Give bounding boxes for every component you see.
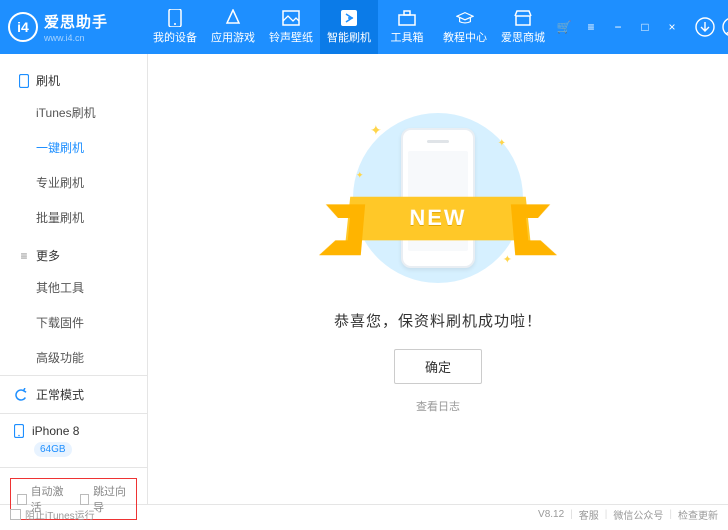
store-icon	[514, 9, 532, 27]
toolbox-icon	[398, 9, 416, 27]
device-name: iPhone 8	[32, 424, 79, 438]
tab-ringtones[interactable]: 铃声壁纸	[262, 0, 320, 54]
app-logo: i4 爱思助手 www.i4.cn	[8, 11, 146, 43]
wallpaper-icon	[282, 9, 300, 27]
sidebar-item-pro-flash[interactable]: 专业刷机	[18, 165, 129, 200]
tab-label: 工具箱	[391, 29, 424, 45]
sidebar-item-itunes-flash[interactable]: iTunes刷机	[18, 95, 129, 130]
phone-icon	[166, 9, 184, 27]
success-message: 恭喜您，保资料刷机成功啦！	[334, 310, 542, 331]
apps-icon	[224, 9, 242, 27]
tab-label: 教程中心	[443, 29, 487, 45]
confirm-button[interactable]: 确定	[394, 349, 482, 384]
tab-label: 智能刷机	[327, 29, 371, 45]
customer-service-link[interactable]: 客服	[579, 507, 599, 522]
download-icon[interactable]	[693, 15, 717, 39]
sidebar-item-advanced[interactable]: 高级功能	[18, 340, 129, 375]
main-tabs: 我的设备 应用游戏 铃声壁纸 智能刷机 工具箱 教程中心 爱思商城	[146, 0, 552, 54]
tab-toolbox[interactable]: 工具箱	[378, 0, 436, 54]
new-ribbon: NEW	[346, 197, 531, 241]
logo-icon: i4	[8, 12, 38, 42]
sidebar-heading-flash: 刷机	[18, 66, 129, 95]
tab-apps[interactable]: 应用游戏	[204, 0, 262, 54]
tab-label: 应用游戏	[211, 29, 255, 45]
checkbox-label: 阻止iTunes运行	[25, 507, 95, 522]
tab-label: 我的设备	[153, 29, 197, 45]
logo-subtitle: www.i4.cn	[44, 33, 108, 43]
check-update-link[interactable]: 检查更新	[678, 507, 718, 522]
version-label: V8.12	[538, 509, 564, 520]
tab-my-device[interactable]: 我的设备	[146, 0, 204, 54]
sidebar-status[interactable]: 正常模式	[0, 375, 147, 413]
main-content: ✦ ✦ ✦ ✦ NEW 恭喜您，保资料刷机成功啦！ 确定 查看日志	[148, 54, 728, 504]
refresh-icon	[14, 388, 28, 402]
user-icon[interactable]	[720, 15, 728, 39]
checkbox-label: 跳过向导	[93, 483, 130, 515]
phone-icon	[18, 75, 30, 87]
view-log-link[interactable]: 查看日志	[416, 398, 460, 414]
maximize-button[interactable]: □	[633, 15, 657, 39]
sidebar-device[interactable]: iPhone 8 64GB	[0, 413, 147, 467]
tab-flash[interactable]: 智能刷机	[320, 0, 378, 54]
close-button[interactable]: ×	[660, 15, 684, 39]
tab-store[interactable]: 爱思商城	[494, 0, 552, 54]
ribbon-text: NEW	[409, 205, 467, 231]
flash-icon	[340, 9, 358, 27]
window-controls: 🛒 ≡ − □ ×	[552, 15, 728, 39]
more-icon: ≡	[18, 250, 30, 262]
status-label: 正常模式	[36, 386, 84, 403]
success-illustration: ✦ ✦ ✦ ✦ NEW	[328, 108, 548, 288]
tab-label: 铃声壁纸	[269, 29, 313, 45]
phone-icon	[14, 424, 24, 438]
sidebar: 刷机 iTunes刷机 一键刷机 专业刷机 批量刷机 ≡ 更多 其他工具 下载固…	[0, 54, 148, 504]
sidebar-heading-label: 刷机	[36, 72, 60, 89]
tab-tutorials[interactable]: 教程中心	[436, 0, 494, 54]
logo-title: 爱思助手	[44, 11, 108, 32]
sidebar-item-oneclick-flash[interactable]: 一键刷机	[18, 130, 129, 165]
sidebar-heading-more: ≡ 更多	[18, 241, 129, 270]
sidebar-item-other-tools[interactable]: 其他工具	[18, 270, 129, 305]
sidebar-item-batch-flash[interactable]: 批量刷机	[18, 200, 129, 235]
app-header: i4 爱思助手 www.i4.cn 我的设备 应用游戏 铃声壁纸 智能刷机 工具…	[0, 0, 728, 54]
block-itunes-checkbox[interactable]: 阻止iTunes运行	[10, 507, 95, 522]
wechat-link[interactable]: 微信公众号	[613, 507, 663, 522]
graduation-icon	[456, 9, 474, 27]
storage-badge: 64GB	[34, 442, 72, 457]
minimize-button[interactable]: −	[606, 15, 630, 39]
cart-icon[interactable]: 🛒	[552, 15, 576, 39]
sidebar-heading-label: 更多	[36, 247, 60, 264]
menu-icon[interactable]: ≡	[579, 15, 603, 39]
tab-label: 爱思商城	[501, 29, 545, 45]
sidebar-item-download-fw[interactable]: 下载固件	[18, 305, 129, 340]
